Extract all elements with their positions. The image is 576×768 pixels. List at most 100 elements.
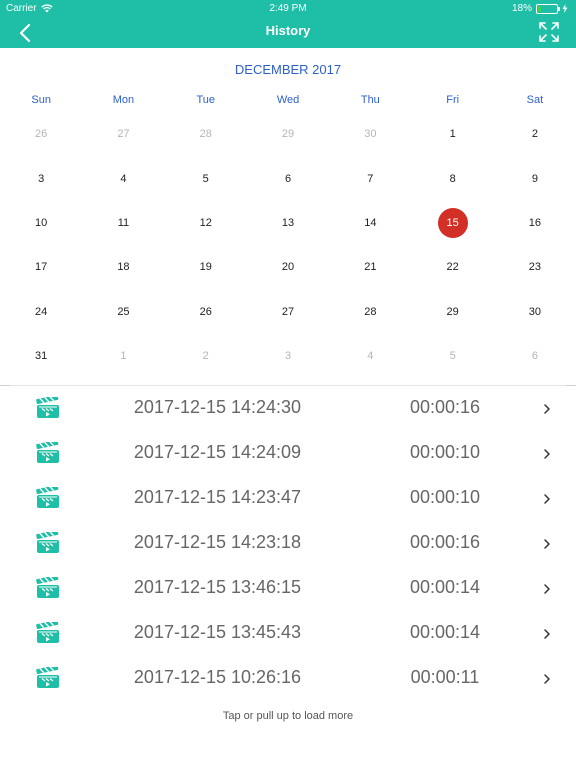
calendar-day-label: 13	[281, 216, 295, 229]
calendar-day-label: 9	[531, 172, 538, 185]
recording-row[interactable]: 2017-12-15 14:23:47 00:00:10	[0, 476, 576, 521]
calendar-day-label: 28	[199, 128, 212, 141]
calendar-day-label: 4	[367, 350, 374, 363]
calendar-day[interactable]: 1	[82, 334, 164, 378]
recording-datetime: 2017-12-15 14:23:47	[133, 487, 302, 507]
calendar-day-label: 27	[281, 305, 295, 318]
calendar-day[interactable]: 28	[329, 290, 411, 334]
calendar-day[interactable]: 2	[494, 112, 576, 156]
recording-datetime: 2017-12-15 14:24:30	[133, 397, 302, 417]
calendar-day[interactable]: 23	[494, 245, 576, 289]
calendar-day[interactable]: 11	[82, 201, 164, 245]
calendar-day[interactable]: 17	[0, 245, 82, 289]
calendar-day[interactable]: 6	[247, 156, 329, 200]
calendar-day[interactable]: 22	[411, 245, 493, 289]
chevron-right-icon	[542, 672, 552, 684]
calendar-day-label: 6	[284, 172, 292, 185]
calendar-day-label: 17	[35, 261, 48, 274]
calendar-day[interactable]: 3	[0, 156, 82, 200]
calendar-day-label: 10	[35, 216, 48, 229]
recording-datetime: 2017-12-15 14:24:09	[133, 442, 302, 462]
calendar-day[interactable]: 5	[411, 334, 493, 378]
calendar-day-label: 14	[364, 216, 377, 229]
clapperboard-icon	[36, 574, 60, 599]
calendar-day-label: 3	[38, 172, 45, 185]
calendar-day-label: 4	[120, 172, 127, 185]
calendar-day[interactable]: 1	[411, 112, 493, 156]
chevron-right-icon	[542, 582, 552, 594]
calendar-day[interactable]: 4	[82, 156, 164, 200]
calendar-day[interactable]: 13	[247, 201, 329, 245]
calendar-day[interactable]: 10	[0, 201, 82, 245]
calendar-day[interactable]: 12	[165, 201, 247, 245]
calendar-day[interactable]: 26	[0, 112, 82, 156]
calendar-day-label: 1	[449, 128, 456, 141]
calendar-day[interactable]: 8	[411, 156, 493, 200]
calendar-day[interactable]: 14	[329, 201, 411, 245]
weekday-header: Sun Mon Tue Wed Thu Fri Sat	[0, 94, 576, 108]
chevron-right-icon	[542, 537, 552, 549]
status-right: 18%	[512, 3, 568, 14]
calendar-day[interactable]: 18	[82, 245, 164, 289]
recording-row[interactable]: 2017-12-15 14:23:18 00:00:16	[0, 521, 576, 566]
clapperboard-icon	[36, 484, 60, 509]
calendar-day-label: 25	[117, 305, 130, 318]
calendar-day[interactable]: 29	[247, 112, 329, 156]
recording-datetime: 2017-12-15 13:45:43	[133, 622, 302, 642]
calendar-day[interactable]: 19	[165, 245, 247, 289]
calendar-day[interactable]: 20	[247, 245, 329, 289]
calendar-day[interactable]: 26	[165, 290, 247, 334]
calendar-day[interactable]: 2	[165, 334, 247, 378]
expand-button[interactable]	[538, 21, 560, 43]
recording-row[interactable]: 2017-12-15 14:24:30 00:00:16	[0, 386, 576, 431]
calendar-day-label: 22	[446, 261, 459, 274]
calendar-day[interactable]: 7	[329, 156, 411, 200]
calendar-day-label: 19	[199, 261, 212, 274]
calendar-day-label: 15	[437, 207, 468, 238]
calendar-day-label: 6	[531, 350, 538, 363]
calendar-day[interactable]: 6	[494, 334, 576, 378]
calendar-day[interactable]: 16	[494, 201, 576, 245]
recording-row[interactable]: 2017-12-15 13:46:15 00:00:14	[0, 566, 576, 611]
calendar-day[interactable]: 3	[247, 334, 329, 378]
calendar-day-label: 24	[35, 305, 48, 318]
calendar-day[interactable]: 31	[0, 334, 82, 378]
calendar-day-label: 2	[202, 350, 209, 363]
calendar-day-label: 7	[367, 172, 374, 185]
calendar-day[interactable]: 4	[329, 334, 411, 378]
calendar-day-label: 23	[528, 261, 542, 274]
calendar-day[interactable]: 5	[165, 156, 247, 200]
calendar-day[interactable]: 27	[247, 290, 329, 334]
calendar-day-label: 31	[35, 350, 48, 363]
clapperboard-icon	[36, 394, 60, 419]
calendar-day[interactable]: 21	[329, 245, 411, 289]
calendar-day-label: 26	[35, 128, 48, 141]
recording-duration: 00:00:14	[409, 622, 481, 642]
navigation-bar: History	[0, 16, 576, 48]
recording-duration: 00:00:10	[409, 442, 481, 462]
calendar-day[interactable]: 24	[0, 290, 82, 334]
calendar-day[interactable]: 25	[82, 290, 164, 334]
status-time: 2:49 PM	[269, 3, 307, 14]
calendar-day-selected[interactable]: 15	[411, 201, 493, 245]
calendar-day-label: 8	[449, 172, 456, 185]
recording-row[interactable]: 2017-12-15 10:26:16 00:00:11	[0, 656, 576, 701]
recording-row[interactable]: 2017-12-15 13:45:43 00:00:14	[0, 611, 576, 656]
calendar-day-label: 30	[364, 128, 377, 141]
recording-datetime: 2017-12-15 14:23:18	[133, 532, 302, 552]
calendar-day[interactable]: 30	[329, 112, 411, 156]
calendar-day-grid: 26 27 28 29 30 1 2 3 4 5 6 7 8 9 10 11 12 13 14 15 16 17 18 19 2…	[0, 112, 576, 378]
calendar-day[interactable]: 27	[82, 112, 164, 156]
calendar-day[interactable]: 29	[411, 290, 493, 334]
calendar-day-label: 2	[531, 128, 538, 141]
recording-duration: 00:00:11	[410, 667, 480, 687]
recording-row[interactable]: 2017-12-15 14:24:09 00:00:10	[0, 431, 576, 476]
weekday-label: Tue	[196, 94, 216, 106]
chevron-right-icon	[542, 447, 552, 459]
calendar-day[interactable]: 28	[165, 112, 247, 156]
calendar-day-label: 29	[446, 305, 459, 318]
clapperboard-icon	[36, 439, 60, 464]
load-more-button[interactable]: Tap or pull up to load more	[0, 710, 576, 722]
calendar-day[interactable]: 30	[494, 290, 576, 334]
calendar-day[interactable]: 9	[494, 156, 576, 200]
